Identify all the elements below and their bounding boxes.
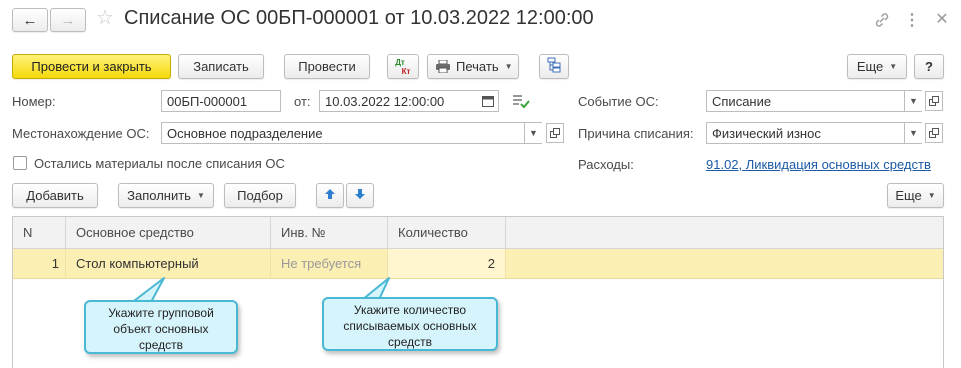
callout-group-object: Укажите групповой объект основных средст… [84, 300, 238, 354]
arrow-right-icon: → [60, 11, 76, 29]
dt-icon: Дт [395, 57, 405, 67]
dropdown-arrow-icon[interactable]: ▼ [904, 123, 922, 143]
page-title: Списание ОС 00БП-000001 от 10.03.2022 12… [124, 7, 594, 29]
event-select[interactable]: Списание ▼ [706, 90, 922, 112]
column-header-n[interactable]: N [13, 217, 66, 249]
structure-button[interactable] [539, 54, 569, 79]
date-value: 10.03.2022 12:00:00 [325, 93, 445, 109]
arrow-down-icon [354, 188, 366, 203]
expenses-label: Расходы: [578, 157, 634, 172]
link-icon[interactable] [872, 10, 892, 30]
print-label: Печать [456, 59, 499, 74]
column-header-qty[interactable]: Количество [388, 217, 506, 249]
save-button[interactable]: Записать [178, 54, 264, 79]
close-icon[interactable]: ✕ [932, 9, 952, 29]
reason-value: Физический износ [712, 125, 821, 141]
post-button[interactable]: Провести [284, 54, 370, 79]
materials-checkbox-label[interactable]: Остались материалы после списания ОС [34, 156, 285, 171]
table-cell-qty[interactable]: 2 [388, 249, 506, 279]
caret-down-icon: ▼ [196, 191, 205, 200]
date-label: от: [294, 94, 311, 109]
table-more-button[interactable]: Еще ▼ [887, 183, 944, 208]
open-reason-button[interactable] [925, 123, 943, 143]
fill-button[interactable]: Заполнить ▼ [118, 183, 214, 208]
number-field[interactable]: 00БП-000001 [161, 90, 281, 112]
location-value: Основное подразделение [167, 125, 323, 141]
reason-label: Причина списания: [578, 126, 694, 141]
arrow-up-icon [324, 188, 336, 203]
column-header-inv[interactable]: Инв. № [271, 217, 388, 249]
open-location-button[interactable] [546, 123, 564, 143]
reason-select[interactable]: Физический износ ▼ [706, 122, 922, 144]
dropdown-arrow-icon[interactable]: ▼ [524, 123, 542, 143]
column-header-empty [506, 217, 943, 249]
calendar-icon[interactable] [482, 95, 494, 110]
location-label: Местонахождение ОС: [12, 126, 150, 141]
materials-checkbox[interactable] [13, 156, 27, 170]
table-cell-inv[interactable]: Не требуется [271, 249, 388, 279]
more-button[interactable]: Еще ▼ [847, 54, 907, 79]
table-cell-n[interactable]: 1 [13, 249, 66, 279]
arrow-left-icon: ← [22, 11, 38, 29]
fill-label: Заполнить [127, 188, 191, 203]
add-button[interactable]: Добавить [12, 183, 98, 208]
event-value: Списание [712, 93, 772, 109]
hierarchy-icon [546, 57, 562, 76]
more-vertical-icon[interactable]: ⋮ [904, 10, 920, 30]
forward-button[interactable]: → [50, 8, 86, 32]
date-field[interactable]: 10.03.2022 12:00:00 [319, 90, 499, 112]
move-up-button[interactable] [316, 183, 344, 208]
number-value: 00БП-000001 [167, 93, 248, 109]
open-event-button[interactable] [925, 91, 943, 111]
column-header-asset[interactable]: Основное средство [66, 217, 271, 249]
number-label: Номер: [12, 94, 56, 109]
callout-quantity: Укажите количество списываемых основных … [322, 297, 498, 351]
table-cell-asset[interactable]: Стол компьютерный [66, 249, 271, 279]
help-button[interactable]: ? [914, 54, 944, 79]
favorite-star-icon[interactable]: ☆ [96, 5, 114, 30]
move-down-button[interactable] [346, 183, 374, 208]
caret-down-icon: ▼ [889, 62, 898, 71]
more-label: Еще [856, 59, 884, 74]
back-button[interactable]: ← [12, 8, 48, 32]
dt-kt-button[interactable]: Дт Кт [387, 54, 419, 79]
select-button[interactable]: Подбор [224, 183, 296, 208]
printer-icon [435, 59, 451, 74]
dropdown-arrow-icon[interactable]: ▼ [904, 91, 922, 111]
print-button[interactable]: Печать ▼ [427, 54, 519, 79]
table-more-label: Еще [895, 188, 922, 203]
event-label: Событие ОС: [578, 94, 659, 109]
location-select[interactable]: Основное подразделение ▼ [161, 122, 542, 144]
kt-icon: Кт [401, 66, 411, 76]
caret-down-icon: ▼ [504, 62, 513, 71]
expenses-link[interactable]: 91.02, Ликвидация основных средств [706, 157, 931, 172]
post-and-close-button[interactable]: Провести и закрыть [12, 54, 171, 79]
document-check-icon[interactable] [512, 93, 530, 112]
caret-down-icon: ▼ [927, 191, 936, 200]
